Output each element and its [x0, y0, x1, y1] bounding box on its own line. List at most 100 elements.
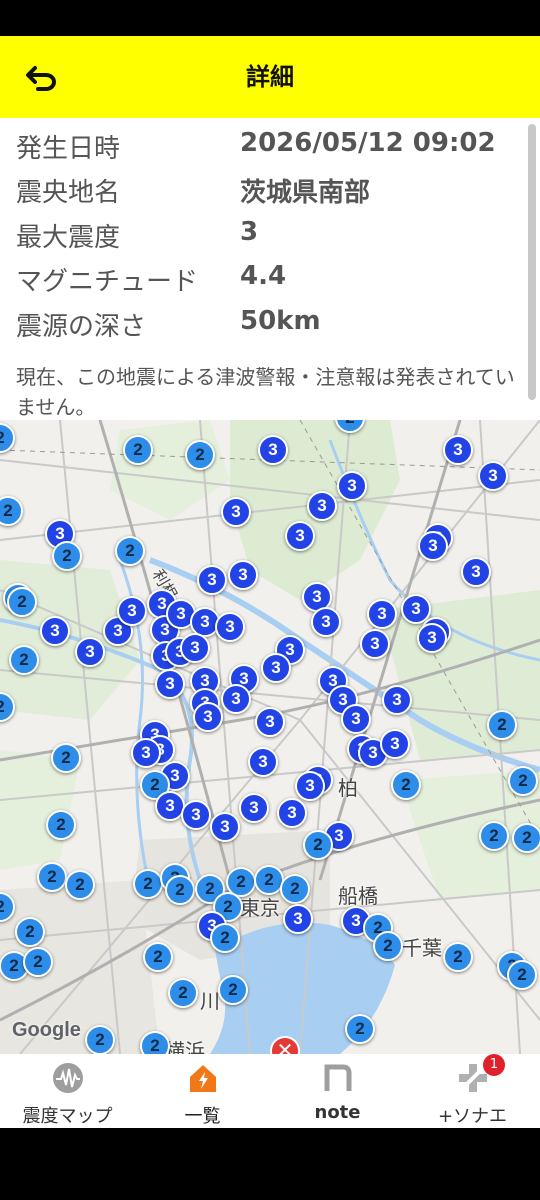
detail-value: 4.4 [240, 261, 287, 291]
detail-label: 発生日時 [16, 134, 121, 164]
intensity-marker[interactable]: 2 [15, 917, 45, 947]
intensity-marker[interactable]: 3 [40, 616, 70, 646]
intensity-marker[interactable]: 3 [155, 669, 185, 699]
bottom-navigation: 震度マップ 一覧 note 1 +ソナエ [0, 1054, 540, 1128]
intensity-marker[interactable]: 3 [417, 623, 447, 653]
intensity-marker[interactable]: 3 [239, 793, 269, 823]
intensity-marker[interactable]: 3 [285, 521, 315, 551]
intensity-marker[interactable]: 2 [140, 1031, 170, 1054]
intensity-marker[interactable]: 3 [180, 633, 210, 663]
detail-value: 3 [240, 217, 259, 247]
nav-label: +ソナエ [437, 1106, 508, 1127]
intensity-marker[interactable]: 2 [508, 766, 538, 796]
detail-value: 2026/05/12 09:02 [240, 128, 496, 158]
intensity-marker[interactable]: 3 [197, 565, 227, 595]
intensity-marker[interactable]: 2 [9, 645, 39, 675]
intensity-marker[interactable]: 2 [37, 862, 67, 892]
intensity-marker[interactable]: 3 [221, 684, 251, 714]
intensity-marker[interactable]: 3 [367, 599, 397, 629]
intensity-marker[interactable]: 3 [380, 729, 410, 759]
tsunami-notice: 現在、この地震による津波警報・注意報は発表されていません。 [16, 365, 515, 419]
nav-label: note [314, 1102, 361, 1123]
intensity-marker[interactable]: 2 [303, 830, 333, 860]
quake-details: 発生日時 2026/05/12 09:02 震央地名 茨城県南部 最大震度 3 … [0, 118, 540, 420]
house-bolt-icon [185, 1060, 221, 1096]
intensity-marker[interactable]: 3 [131, 738, 161, 768]
note-logo-icon [320, 1060, 356, 1096]
intensity-marker[interactable]: 2 [123, 435, 153, 465]
intensity-marker[interactable]: 3 [193, 702, 223, 732]
intensity-marker[interactable]: 2 [23, 947, 53, 977]
place-label-chiba: 千葉 [402, 936, 442, 960]
intensity-marker[interactable]: 3 [382, 685, 412, 715]
intensity-marker[interactable]: 3 [228, 560, 258, 590]
nav-item-sonae[interactable]: 1 +ソナエ [405, 1054, 540, 1128]
intensity-marker[interactable]: 2 [391, 770, 421, 800]
intensity-marker[interactable]: 2 [487, 710, 517, 740]
place-label-kawasaki: 川 [200, 989, 220, 1013]
intensity-marker[interactable]: 2 [115, 536, 145, 566]
page-title: 詳細 [246, 63, 294, 91]
intensity-marker[interactable]: 3 [360, 629, 390, 659]
intensity-marker[interactable]: 2 [373, 931, 403, 961]
intensity-marker[interactable]: 3 [283, 904, 313, 934]
intensity-marker[interactable]: 3 [341, 704, 371, 734]
system-navigation-bar [0, 1128, 540, 1200]
intensity-marker[interactable]: 2 [46, 810, 76, 840]
intensity-marker[interactable]: 2 [280, 874, 310, 904]
intensity-marker[interactable]: 2 [345, 1014, 375, 1044]
nav-item-note[interactable]: note [270, 1054, 405, 1128]
intensity-marker[interactable]: 3 [210, 812, 240, 842]
scrollbar[interactable] [528, 124, 536, 400]
detail-value: 茨城県南部 [240, 178, 371, 208]
intensity-marker[interactable]: 2 [7, 587, 37, 617]
intensity-marker[interactable]: 3 [75, 637, 105, 667]
intensity-marker[interactable]: 3 [248, 747, 278, 777]
intensity-marker[interactable]: 3 [255, 707, 285, 737]
intensity-marker[interactable]: 2 [51, 743, 81, 773]
google-attribution: Google [12, 1019, 81, 1041]
intensity-marker[interactable]: 3 [461, 557, 491, 587]
waveform-icon [50, 1060, 86, 1096]
intensity-marker[interactable]: 2 [443, 942, 473, 972]
intensity-marker[interactable]: 2 [218, 975, 248, 1005]
intensity-marker[interactable]: 2 [168, 978, 198, 1008]
intensity-marker[interactable]: 2 [507, 960, 537, 990]
intensity-marker[interactable]: 3 [258, 435, 288, 465]
intensity-marker[interactable]: 3 [337, 471, 367, 501]
intensity-marker[interactable]: 2 [133, 869, 163, 899]
nav-label: 一覧 [184, 1106, 221, 1127]
intensity-marker[interactable]: 3 [261, 653, 291, 683]
intensity-marker[interactable]: 3 [277, 798, 307, 828]
intensity-marker[interactable]: 3 [307, 491, 337, 521]
intensity-marker[interactable]: 3 [311, 607, 341, 637]
intensity-marker[interactable]: 2 [512, 823, 540, 853]
detail-label: 震央地名 [16, 178, 121, 208]
place-label-tokyo: 東京 [240, 896, 280, 920]
intensity-marker[interactable]: 2 [143, 942, 173, 972]
intensity-marker[interactable]: 2 [185, 440, 215, 470]
intensity-marker[interactable]: 3 [443, 435, 473, 465]
intensity-marker[interactable]: 2 [52, 541, 82, 571]
intensity-marker[interactable]: 3 [181, 800, 211, 830]
app-header: 詳細 [0, 36, 540, 118]
detail-label: 最大震度 [16, 223, 121, 253]
place-label-funabashi: 船橋 [338, 884, 378, 908]
intensity-marker[interactable]: 3 [221, 497, 251, 527]
intensity-marker[interactable]: 3 [117, 596, 147, 626]
intensity-marker[interactable]: 3 [418, 531, 448, 561]
intensity-map[interactable]: 柏 船橋 東京 千葉 川 横浜 利根 222333223223333333223… [0, 420, 540, 1054]
detail-label: 震源の深さ [16, 312, 147, 342]
nav-item-list[interactable]: 一覧 [135, 1054, 270, 1128]
detail-value: 50km [240, 306, 321, 336]
intensity-marker[interactable]: 2 [165, 875, 195, 905]
intensity-marker[interactable]: 3 [478, 461, 508, 491]
intensity-marker[interactable]: 3 [295, 771, 325, 801]
intensity-marker[interactable]: 3 [215, 612, 245, 642]
intensity-marker[interactable]: 2 [85, 1025, 115, 1054]
place-label-kashiwa: 柏 [338, 776, 358, 800]
intensity-marker[interactable]: 2 [479, 821, 509, 851]
intensity-marker[interactable]: 2 [210, 923, 240, 953]
nav-item-intensity-map[interactable]: 震度マップ [0, 1054, 135, 1128]
intensity-marker[interactable]: 2 [65, 870, 95, 900]
